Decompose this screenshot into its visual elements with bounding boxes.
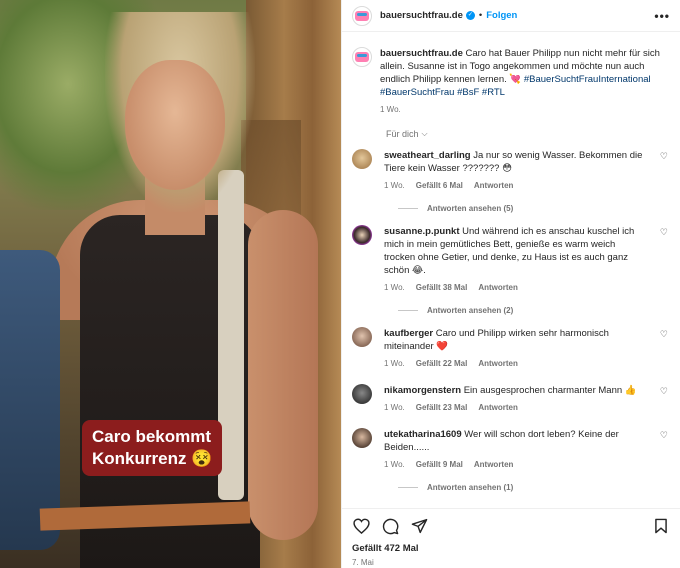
comment-bubble-icon[interactable] xyxy=(381,517,399,535)
view-replies-button[interactable]: Antworten ansehen (2) xyxy=(398,306,670,315)
brand-logo-icon xyxy=(355,52,369,62)
comment-time[interactable]: 1 Wo. xyxy=(384,357,405,370)
instagram-post-view: Caro bekommt Konkurrenz 😵 bauersuchtfrau… xyxy=(0,0,680,568)
comment-text: Ein ausgesprochen charmanter Mann 👍 xyxy=(463,385,637,396)
comment-likes[interactable]: Gefällt 23 Mal xyxy=(416,401,468,414)
replies-line xyxy=(398,310,418,311)
view-replies-button[interactable]: Antworten ansehen (1) xyxy=(398,483,670,492)
follow-button[interactable]: Folgen xyxy=(486,10,517,21)
verified-badge-icon: ✓ xyxy=(465,11,475,20)
comment-username[interactable]: susanne.p.punkt xyxy=(384,226,459,237)
reply-button[interactable]: Antworten xyxy=(478,357,518,370)
like-comment-heart-icon[interactable]: ♡ xyxy=(660,151,668,162)
person-arm xyxy=(248,210,318,540)
reply-button[interactable]: Antworten xyxy=(478,281,518,294)
header-separator: • xyxy=(478,10,483,21)
comment-avatar[interactable] xyxy=(352,428,372,448)
post-caption: bauersuchtfrau.de Caro hat Bauer Philipp… xyxy=(352,33,670,116)
post-actions-bar: Gefällt 472 Mal 7. Mai xyxy=(342,508,680,568)
save-bookmark-icon[interactable] xyxy=(652,517,670,535)
like-comment-heart-icon[interactable]: ♡ xyxy=(660,430,668,441)
comment-likes[interactable]: Gefällt 38 Mal xyxy=(416,281,468,294)
comment-item: susanne.p.punkt Und während ich es ansch… xyxy=(352,225,670,294)
person-face xyxy=(125,60,225,190)
post-side-panel: bauersuchtfrau.de ✓ • Folgen ••• bauersu… xyxy=(341,0,680,568)
like-comment-heart-icon[interactable]: ♡ xyxy=(660,386,668,397)
comment-likes[interactable]: Gefällt 22 Mal xyxy=(416,357,468,370)
view-replies-label: Antworten ansehen (2) xyxy=(427,306,514,315)
comment-sort-dropdown[interactable]: Für dich ⌵ xyxy=(386,129,670,139)
comment-time[interactable]: 1 Wo. xyxy=(384,401,405,414)
overlay-line-2: Konkurrenz xyxy=(92,449,187,468)
sort-label: Für dich xyxy=(386,129,419,139)
comment-item: utekatharina1609 Wer will schon dort leb… xyxy=(352,428,670,471)
comment-time[interactable]: 1 Wo. xyxy=(384,458,405,471)
comment-item: nikamorgenstern Ein ausgesprochen charma… xyxy=(352,384,670,414)
backpack xyxy=(0,250,60,550)
comment-avatar[interactable] xyxy=(352,384,372,404)
post-video[interactable]: Caro bekommt Konkurrenz 😵 xyxy=(0,0,341,568)
view-replies-label: Antworten ansehen (1) xyxy=(427,483,514,492)
reply-button[interactable]: Antworten xyxy=(478,401,518,414)
reply-button[interactable]: Antworten xyxy=(474,458,514,471)
comment-username[interactable]: kaufberger xyxy=(384,328,433,339)
comment-likes[interactable]: Gefällt 9 Mal xyxy=(416,458,463,471)
caption-avatar[interactable] xyxy=(352,47,372,67)
comment-time[interactable]: 1 Wo. xyxy=(384,179,405,192)
chevron-down-icon: ⌵ xyxy=(421,129,428,138)
like-comment-heart-icon[interactable]: ♡ xyxy=(660,227,668,238)
replies-line xyxy=(398,208,418,209)
header-username[interactable]: bauersuchtfrau.de xyxy=(380,10,463,21)
profile-avatar[interactable] xyxy=(352,5,372,26)
post-date[interactable]: 7. Mai xyxy=(352,558,670,567)
reply-button[interactable]: Antworten xyxy=(474,179,514,192)
comment-likes[interactable]: Gefällt 6 Mal xyxy=(416,179,463,192)
post-like-count[interactable]: Gefällt 472 Mal xyxy=(352,543,670,554)
comment-item: kaufberger Caro und Philipp wirken sehr … xyxy=(352,327,670,370)
comment-username[interactable]: sweatheart_darling xyxy=(384,150,471,161)
comments-scroll-area[interactable]: bauersuchtfrau.de Caro hat Bauer Philipp… xyxy=(342,33,680,508)
replies-line xyxy=(398,487,418,488)
share-paper-plane-icon[interactable] xyxy=(410,517,428,535)
comment-item: sweatheart_darling Ja nur so wenig Wasse… xyxy=(352,149,670,192)
view-replies-label: Antworten ansehen (5) xyxy=(427,204,514,213)
like-heart-icon[interactable] xyxy=(352,517,370,535)
caption-username[interactable]: bauersuchtfrau.de xyxy=(380,48,463,59)
overlay-line-1: Caro bekommt xyxy=(92,427,212,446)
video-overlay-caption: Caro bekommt Konkurrenz 😵 xyxy=(82,420,223,476)
comment-username[interactable]: utekatharina1609 xyxy=(384,429,462,440)
comment-time[interactable]: 1 Wo. xyxy=(384,281,405,294)
more-options-icon[interactable]: ••• xyxy=(654,9,670,23)
like-comment-heart-icon[interactable]: ♡ xyxy=(660,329,668,340)
comment-avatar[interactable] xyxy=(352,225,372,245)
post-header: bauersuchtfrau.de ✓ • Folgen ••• xyxy=(342,0,680,32)
comment-avatar[interactable] xyxy=(352,149,372,169)
brand-logo-icon xyxy=(355,10,369,21)
comment-username[interactable]: nikamorgenstern xyxy=(384,385,461,396)
comment-avatar[interactable] xyxy=(352,327,372,347)
caption-time[interactable]: 1 Wo. xyxy=(380,103,660,116)
view-replies-button[interactable]: Antworten ansehen (5) xyxy=(398,204,670,213)
overlay-emoji: 😵 xyxy=(191,449,213,468)
